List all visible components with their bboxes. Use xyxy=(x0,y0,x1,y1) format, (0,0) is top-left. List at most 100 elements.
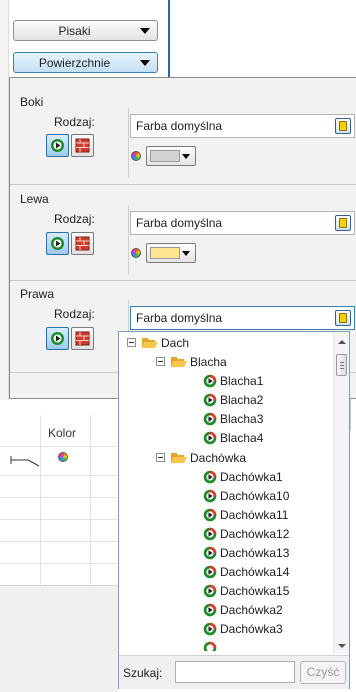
texture-type-button[interactable] xyxy=(71,134,94,157)
pisaki-button[interactable]: Pisaki xyxy=(13,20,158,41)
tree-node-dachowka[interactable]: Dachówka xyxy=(119,449,334,467)
paint-icon xyxy=(203,374,217,388)
paint-icon xyxy=(203,641,217,651)
paint-icon xyxy=(203,565,217,579)
tree-item[interactable]: Blacha2 xyxy=(119,391,334,409)
paint-icon xyxy=(203,393,217,407)
folder-picker-icon[interactable] xyxy=(335,310,351,326)
paint-type-button[interactable] xyxy=(46,232,69,255)
paint-type-button[interactable] xyxy=(46,134,69,157)
collapse-icon[interactable] xyxy=(156,453,165,462)
tree-label: Dachówka3 xyxy=(220,622,283,636)
tree-item[interactable]: Dachówka13 xyxy=(119,544,334,562)
tree-label: Dach xyxy=(161,336,190,350)
brick-icon xyxy=(75,138,90,153)
tree-label: Blacha xyxy=(190,355,227,369)
paint-type-button[interactable] xyxy=(46,327,69,350)
tree-label: Blacha4 xyxy=(220,431,264,445)
color-palette-icon[interactable] xyxy=(58,452,68,462)
tree-node-blacha[interactable]: Blacha xyxy=(119,353,334,371)
line-style-icon xyxy=(10,456,40,467)
tree-item[interactable]: Dachówka1 xyxy=(119,468,334,486)
paint-icon xyxy=(203,622,217,636)
section-title-boki: Boki xyxy=(20,95,44,109)
color-picker-lewa[interactable] xyxy=(146,243,196,263)
color-palette-icon xyxy=(131,248,141,258)
color-swatch xyxy=(150,247,180,259)
section-title-prawa: Prawa xyxy=(20,287,55,301)
chevron-down-icon xyxy=(182,251,190,256)
paint-icon xyxy=(51,139,64,152)
tree-item[interactable]: Dachówka11 xyxy=(119,506,334,524)
texture-type-button[interactable] xyxy=(71,327,94,350)
chevron-down-icon xyxy=(182,154,190,159)
tree-item[interactable]: Dachówka10 xyxy=(119,487,334,505)
tree-item[interactable]: Dachówka2 xyxy=(119,601,334,619)
brick-icon xyxy=(75,331,90,346)
tree-item[interactable]: Dachówka14 xyxy=(119,563,334,581)
tree-item[interactable]: Blacha3 xyxy=(119,410,334,428)
tree-label: Blacha3 xyxy=(220,412,264,426)
color-palette-icon xyxy=(131,151,141,161)
tree-node-dach[interactable]: Dach xyxy=(119,334,334,352)
tree-scrollbar[interactable] xyxy=(333,332,349,654)
surface-combo-prawa[interactable]: Farba domyślna xyxy=(130,306,355,330)
tree-label: Dachówka1 xyxy=(220,470,283,484)
tree-label: Blacha1 xyxy=(220,374,264,388)
section-title-lewa: Lewa xyxy=(20,192,49,206)
clear-button[interactable]: Czyść xyxy=(300,661,346,684)
paint-icon xyxy=(203,603,217,617)
search-input[interactable] xyxy=(175,661,295,683)
background-left-strip xyxy=(0,0,9,400)
paint-icon xyxy=(51,237,64,250)
search-label: Szukaj: xyxy=(123,666,163,680)
combo-value: Farba domyślna xyxy=(136,119,223,133)
background-bottom-area xyxy=(0,585,118,692)
tree-item[interactable]: Dachówka12 xyxy=(119,525,334,543)
folder-open-icon xyxy=(142,338,158,348)
scroll-up-icon[interactable] xyxy=(338,340,346,344)
tree-item-partial[interactable] xyxy=(119,639,334,651)
search-bar: Szukaj: Czyść xyxy=(119,655,349,689)
rodzaj-label: Rodzaj: xyxy=(54,115,95,129)
tree-label: Dachówka13 xyxy=(220,546,290,560)
folder-open-icon xyxy=(171,453,187,463)
texture-type-button[interactable] xyxy=(71,232,94,255)
pisaki-label: Pisaki xyxy=(58,24,91,38)
combo-value: Farba domyślna xyxy=(136,311,223,325)
collapse-icon[interactable] xyxy=(127,338,136,347)
chevron-down-icon xyxy=(140,60,150,66)
collapse-icon[interactable] xyxy=(156,357,165,366)
tree-label: Dachówka12 xyxy=(220,527,290,541)
folder-picker-icon[interactable] xyxy=(335,215,351,231)
background-window-edge xyxy=(168,0,175,78)
color-swatch xyxy=(150,150,180,162)
folder-picker-icon[interactable] xyxy=(335,118,351,134)
paint-icon xyxy=(51,332,64,345)
folder-open-icon xyxy=(171,357,187,367)
tree-item[interactable]: Blacha4 xyxy=(119,429,334,447)
tree-item[interactable]: Blacha1 xyxy=(119,372,334,390)
scroll-thumb[interactable] xyxy=(336,354,347,376)
paint-icon xyxy=(203,489,217,503)
rodzaj-label: Rodzaj: xyxy=(54,307,95,321)
rodzaj-label: Rodzaj: xyxy=(54,212,95,226)
powierzchnie-button[interactable]: Powierzchnie xyxy=(13,52,158,73)
paint-icon xyxy=(203,470,217,484)
surface-combo-lewa[interactable]: Farba domyślna xyxy=(130,211,355,235)
tree-label: Dachówka xyxy=(190,451,247,465)
paint-icon xyxy=(203,527,217,541)
paint-icon xyxy=(203,546,217,560)
background-table xyxy=(0,415,118,585)
paint-icon xyxy=(203,584,217,598)
chevron-down-icon xyxy=(140,28,150,34)
combo-value: Farba domyślna xyxy=(136,216,223,230)
column-header-kolor: Kolor xyxy=(48,426,77,440)
tree-item[interactable]: Dachówka15 xyxy=(119,582,334,600)
tree-item[interactable]: Dachówka3 xyxy=(119,620,334,638)
scroll-down-icon[interactable] xyxy=(338,644,346,648)
material-tree-dropdown[interactable]: Dach Blacha Blacha1 Blacha2 Blacha3 Blac… xyxy=(118,331,350,689)
powierzchnie-label: Powierzchnie xyxy=(38,56,111,70)
surface-combo-boki[interactable]: Farba domyślna xyxy=(130,114,355,138)
color-picker-boki[interactable] xyxy=(146,146,196,166)
